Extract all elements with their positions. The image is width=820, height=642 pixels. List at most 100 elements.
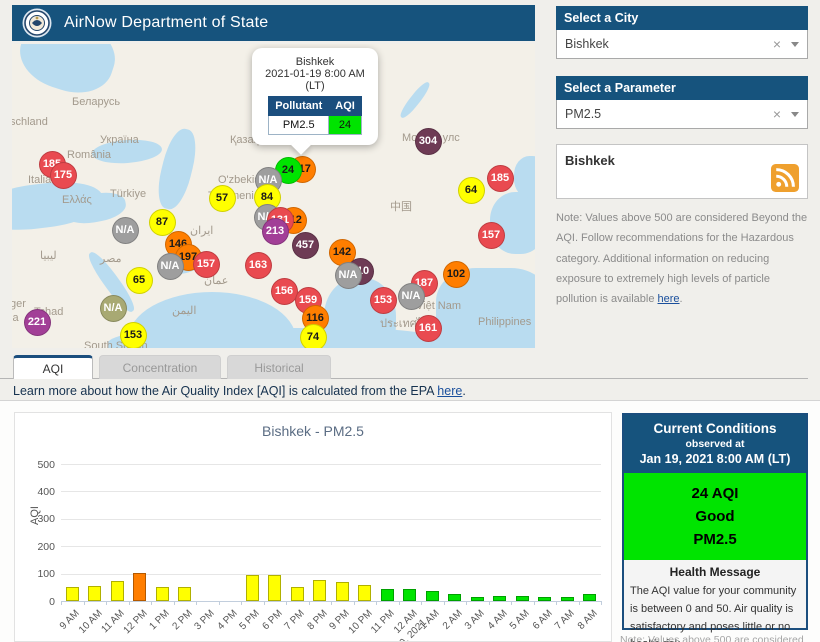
- chart-bar[interactable]: [403, 589, 417, 601]
- aqi-marker[interactable]: 102: [442, 260, 470, 288]
- chart-bar[interactable]: [358, 585, 372, 601]
- health-message-title: Health Message: [669, 565, 761, 579]
- page-title: AirNow Department of State: [64, 14, 269, 31]
- city-clear-icon[interactable]: ×: [773, 36, 781, 52]
- aqi-marker[interactable]: 74: [299, 323, 327, 348]
- chart-bar[interactable]: [560, 596, 574, 601]
- observed-datetime: Jan 19, 2021 8:00 AM (LT): [639, 452, 791, 466]
- chevron-down-icon[interactable]: [791, 41, 799, 47]
- aqi-marker[interactable]: 57: [208, 184, 236, 212]
- current-aqi-category: Good: [695, 508, 735, 525]
- x-axis-tick: [488, 601, 490, 605]
- current-aqi-block: 24 AQI Good PM2.5: [624, 473, 806, 560]
- chart-bar[interactable]: [493, 595, 507, 601]
- aqi-marker[interactable]: N/A: [111, 216, 139, 244]
- note-here-link[interactable]: here: [658, 293, 680, 305]
- chart-bar[interactable]: [268, 574, 282, 601]
- x-axis-tick: [353, 601, 355, 605]
- chart-bar[interactable]: [245, 574, 259, 601]
- learn-more-period: .: [462, 384, 466, 398]
- map-place-label: مصر: [100, 253, 122, 265]
- x-axis-tick: [443, 601, 445, 605]
- aqi-marker[interactable]: 175: [49, 161, 77, 189]
- aqi-marker[interactable]: 64: [457, 176, 485, 204]
- feed-box: Bishkek: [556, 144, 808, 199]
- aqi-marker[interactable]: 163: [244, 251, 272, 279]
- aqi-bar-chart: Bishkek - PM2.5 AQI 0 100 200 300 400 500 9 AM…: [14, 412, 612, 642]
- x-axis-tick: [263, 601, 265, 605]
- chart-bar[interactable]: [178, 586, 192, 601]
- chart-bar[interactable]: [470, 596, 484, 601]
- aqi-marker[interactable]: N/A: [156, 252, 184, 280]
- chart-bar[interactable]: [88, 585, 102, 601]
- tab-concentration[interactable]: Concentration: [99, 355, 221, 379]
- chart-bar[interactable]: [448, 594, 462, 601]
- current-pollutant: PM2.5: [693, 531, 737, 548]
- aqi-marker[interactable]: 457: [291, 231, 319, 259]
- aqi-marker[interactable]: 87: [148, 208, 176, 236]
- aqi-marker[interactable]: 221: [23, 308, 51, 336]
- current-aqi-value: 24 AQI: [691, 485, 739, 502]
- popup-col-aqi: AQI: [328, 96, 362, 116]
- x-axis-tick: [241, 601, 242, 605]
- aqi-marker[interactable]: 161: [414, 314, 442, 342]
- city-dropdown[interactable]: Bishkek ×: [556, 30, 808, 59]
- parameter-dropdown[interactable]: PM2.5 ×: [556, 100, 808, 129]
- x-axis-tick: [601, 601, 602, 605]
- chart-bar[interactable]: [65, 586, 79, 601]
- aqi-marker[interactable]: 213: [261, 217, 289, 245]
- note-text: Note: Values above 500 are considered Be…: [556, 212, 808, 306]
- tab-historical[interactable]: Historical: [227, 355, 331, 379]
- popup-timezone: (LT): [305, 80, 325, 92]
- chart-bar[interactable]: [425, 591, 439, 601]
- current-conditions-panel: Current Conditions observed at Jan 19, 2…: [622, 413, 808, 642]
- aqi-marker[interactable]: 157: [477, 221, 505, 249]
- x-axis-tick: [151, 601, 152, 605]
- chart-bar[interactable]: [133, 573, 147, 601]
- aqi-marker[interactable]: N/A: [334, 261, 362, 289]
- water-shape: [514, 156, 535, 198]
- map-place-label: ia: [12, 312, 19, 324]
- aqi-map[interactable]: Беларусь schland Україна România Italia Ελλάς…: [12, 44, 535, 348]
- aqi-marker[interactable]: 304: [414, 127, 442, 155]
- gridline: [61, 546, 601, 548]
- aqi-marker[interactable]: 157: [192, 250, 220, 278]
- x-axis-tick: [286, 601, 287, 605]
- aqi-marker[interactable]: N/A: [397, 282, 425, 310]
- aqi-marker[interactable]: 185: [486, 164, 514, 192]
- aqi-marker[interactable]: N/A: [99, 294, 127, 322]
- select-parameter-header: Select a Parameter: [556, 76, 808, 100]
- chart-bar[interactable]: [155, 586, 169, 601]
- aqi-marker[interactable]: 65: [125, 266, 153, 294]
- map-place-label: ger: [12, 298, 26, 310]
- learn-more-here-link[interactable]: here: [437, 384, 462, 398]
- chart-bar[interactable]: [110, 581, 124, 601]
- parameter-clear-icon[interactable]: ×: [773, 106, 781, 122]
- chart-bar[interactable]: [515, 595, 529, 601]
- map-popup: Bishkek 2021-01-19 8:00 AM (LT) Pollutan…: [252, 48, 378, 145]
- chart-bar[interactable]: [290, 586, 304, 601]
- map-place-label: schland: [12, 116, 48, 128]
- water-shape: [152, 125, 202, 213]
- y-tick-label: 100: [37, 568, 55, 581]
- chevron-down-icon[interactable]: [791, 111, 799, 117]
- rss-icon[interactable]: [771, 164, 799, 192]
- tab-aqi[interactable]: AQI: [13, 355, 93, 379]
- observed-at-label: observed at: [685, 438, 745, 450]
- x-axis-tick: [466, 601, 467, 605]
- aqi-marker[interactable]: 153: [119, 321, 147, 348]
- map-place-label: Україна: [100, 134, 139, 146]
- water-shape: [397, 79, 433, 121]
- chart-bar[interactable]: [583, 594, 597, 601]
- parameter-dropdown-value: PM2.5: [565, 107, 602, 121]
- chart-bar[interactable]: [335, 581, 349, 601]
- aqi-marker[interactable]: 153: [369, 286, 397, 314]
- chart-bar[interactable]: [380, 589, 394, 601]
- map-place-label: Беларусь: [72, 96, 121, 108]
- chart-bar[interactable]: [313, 579, 327, 601]
- x-axis-tick: [398, 601, 400, 605]
- x-axis-tick: [421, 601, 422, 605]
- aqi-marker[interactable]: 156: [270, 277, 298, 305]
- x-axis-tick: [376, 601, 377, 605]
- chart-bar[interactable]: [538, 596, 552, 601]
